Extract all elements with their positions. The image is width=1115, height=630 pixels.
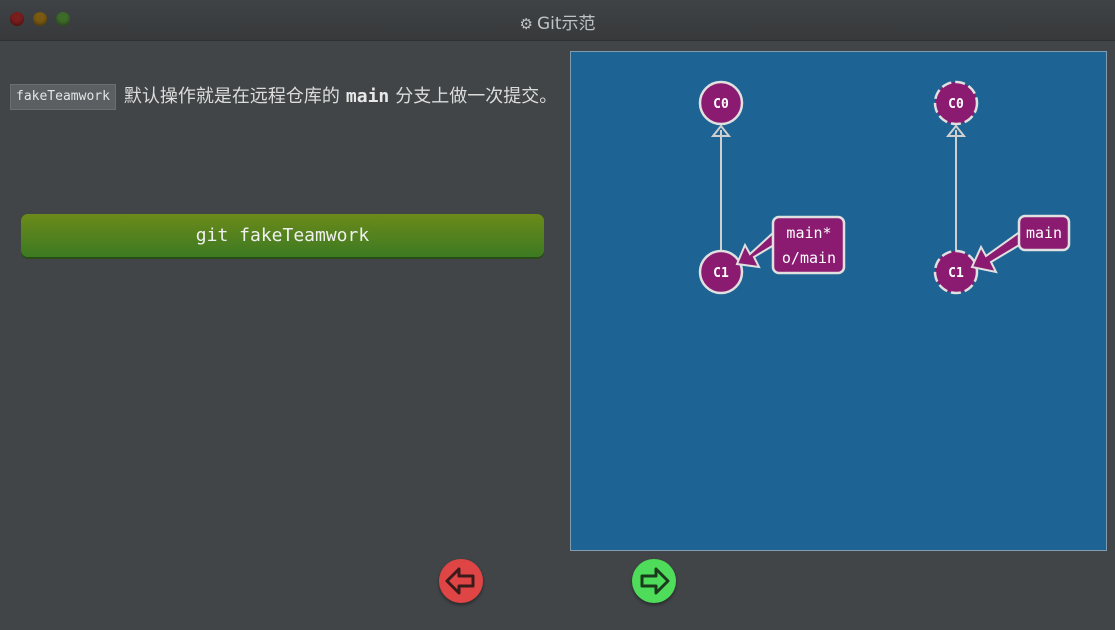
branch-label-o-main: o/main (782, 249, 836, 267)
window-title: ⚙ Git示范 (0, 9, 1115, 34)
branch-label-main-remote[interactable]: main (1017, 214, 1071, 252)
dialog-description: fakeTeamwork 默认操作就是在远程仓库的 main 分支上做一次提交。 (10, 82, 565, 112)
command-code-chip: fakeTeamwork (10, 84, 116, 110)
description-text-after: 分支上做一次提交。 (395, 86, 558, 107)
next-button[interactable] (632, 559, 676, 603)
window-title-text: Git示范 (536, 14, 596, 34)
gear-icon: ⚙ (519, 15, 533, 33)
remote-commit-c1-label: C1 (948, 266, 964, 281)
git-command-button[interactable]: git fakeTeamwork (21, 214, 544, 257)
remote-repo: C0 C1 main (933, 80, 1071, 295)
commit-c1[interactable]: C1 (698, 249, 744, 295)
local-repo: C0 C1 main* o/main (698, 80, 846, 295)
remote-branch-label-main: main (1026, 224, 1062, 242)
git-command-button-label: git fakeTeamwork (195, 225, 370, 246)
remote-commit-c1[interactable]: C1 (933, 249, 979, 295)
window-titlebar: ⚙ Git示范 (0, 0, 1115, 41)
commit-c0-label: C0 (713, 97, 729, 112)
branch-label-main-local[interactable]: main* o/main (771, 215, 846, 275)
remote-commit-c0-label: C0 (948, 97, 964, 112)
git-visualization-canvas: C0 C1 main* o/main C0 C1 main (570, 51, 1107, 551)
git-graph: C0 C1 main* o/main C0 C1 main (698, 80, 1071, 295)
commit-c1-label: C1 (713, 266, 729, 281)
arrow-right-icon (640, 567, 670, 595)
branch-label-main-star: main* (786, 224, 831, 242)
description-text-before: 默认操作就是在远程仓库的 (123, 86, 340, 107)
remote-commit-c0[interactable]: C0 (933, 80, 979, 126)
commit-c0[interactable]: C0 (698, 80, 744, 126)
previous-button[interactable] (439, 559, 483, 603)
branch-name: main (345, 86, 390, 107)
arrow-left-icon (445, 567, 475, 595)
